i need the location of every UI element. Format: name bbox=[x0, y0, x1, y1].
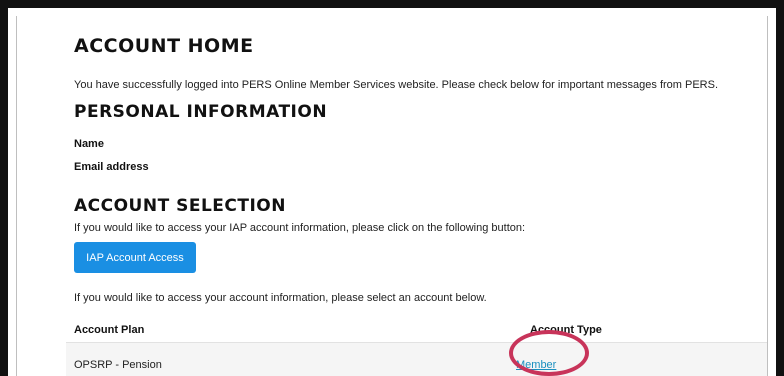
iap-prompt: If you would like to access your IAP acc… bbox=[74, 222, 526, 234]
account-selection-heading: ACCOUNT SELECTION bbox=[74, 196, 286, 216]
screenshot-frame: ACCOUNT HOME You have successfully logge… bbox=[0, 0, 784, 376]
table-row: OPSRP - Pension Member bbox=[66, 342, 767, 376]
iap-account-access-button[interactable]: IAP Account Access bbox=[74, 242, 196, 273]
account-plan-cell: OPSRP - Pension bbox=[74, 359, 162, 371]
column-header-account-plan: Account Plan bbox=[74, 324, 145, 336]
welcome-message: You have successfully logged into PERS O… bbox=[74, 79, 719, 91]
account-prompt: If you would like to access your account… bbox=[74, 292, 487, 304]
member-account-link[interactable]: Member bbox=[516, 359, 556, 371]
personal-info-heading: PERSONAL INFORMATION bbox=[74, 102, 328, 122]
email-label: Email address bbox=[74, 161, 149, 173]
name-label: Name bbox=[74, 138, 104, 150]
page-body: ACCOUNT HOME You have successfully logge… bbox=[16, 16, 768, 376]
accounts-table-header: Account Plan Account Type bbox=[74, 324, 767, 340]
page-title: ACCOUNT HOME bbox=[74, 35, 254, 57]
column-header-account-type: Account Type bbox=[530, 324, 602, 336]
